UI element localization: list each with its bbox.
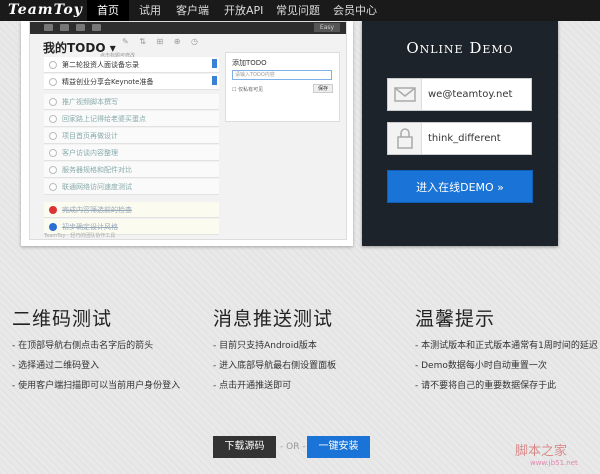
list-item: - Demo数据每小时自动重置一次: [415, 361, 547, 371]
qrcode-test-title: 二维码测试: [12, 308, 113, 330]
check-icon: [49, 166, 57, 174]
mini-toolbar: ✎ ⇅ ⊞ ⊕ ◷: [122, 37, 202, 46]
todo-item: 联通网络访问速度测试: [44, 179, 219, 195]
push-test-list: - 目前只支持Android版本 - 进入底部导航最右侧设置面板 - 点击开通推…: [213, 336, 336, 396]
mini-topbar: Easy: [30, 22, 346, 34]
demo-title: Online Demo: [406, 39, 514, 57]
enter-demo-button[interactable]: 进入在线DEMO »: [387, 170, 533, 203]
check-icon: [49, 183, 57, 191]
nav-item-open-api[interactable]: 开放API: [214, 0, 273, 21]
password-value: think_different: [428, 133, 501, 144]
bookmark-icon: [212, 76, 217, 85]
list-item: - 在顶部导航右侧点击名字后的箭头: [12, 341, 154, 351]
email-field[interactable]: we@teamtoy.net: [387, 78, 532, 111]
online-demo-panel: Online Demo we@teamtoy.net think_differe…: [362, 21, 558, 246]
list-item: - 使用客户端扫描即可以当前用户身份登入: [12, 381, 181, 391]
tips-title: 温馨提示: [415, 308, 496, 330]
list-item: - 选择通过二维码登入: [12, 361, 100, 371]
todo-item: 项目首页再做设计: [44, 128, 219, 144]
nav-item-client[interactable]: 客户端: [166, 0, 219, 21]
top-navigation: TeamToy 首页 试用 客户端 开放API 常见问题 会员中心: [0, 0, 600, 21]
add-todo-input: 请输入TODO内容: [232, 70, 332, 80]
screenshot-frame: Easy 我的TODO ▾ ✎ ⇅ ⊞ ⊕ ◷ 点击标题可修改 第二轮投资人面谈…: [29, 21, 347, 240]
or-separator: - OR -: [280, 442, 306, 452]
list-item: - 点击开通推送即可: [213, 381, 292, 391]
nav-item-member[interactable]: 会员中心: [323, 0, 387, 21]
mini-user-menu: Easy: [314, 23, 340, 32]
logo[interactable]: TeamToy: [8, 2, 83, 18]
bottom-actions: 下载源码 - OR - 一键安装: [0, 436, 600, 458]
todo-item: 推广视频脚本撰写: [44, 94, 219, 110]
check-icon: [49, 61, 57, 69]
mini-people-icon: [92, 24, 101, 31]
watermark-url: www.jb51.net: [530, 459, 578, 467]
bookmark-icon: [212, 59, 217, 68]
push-test-title: 消息推送测试: [213, 308, 334, 330]
nav-item-trial[interactable]: 试用: [129, 0, 171, 21]
todo-item: 客户访谈内容整理: [44, 145, 219, 161]
private-checkbox: ☐ 仅私有可见: [232, 87, 264, 93]
check-icon: [49, 206, 57, 214]
todo-item: 回家路上记得给老婆买蛋点: [44, 111, 219, 127]
tips-list: - 本测试版本和正式版本通常有1周时间的延迟 - Demo数据每小时自动重置一次…: [415, 336, 600, 396]
add-todo-panel: 添加TODO 请输入TODO内容 ☐ 仅私有可见 保存: [225, 52, 340, 122]
mini-todo-icon: [60, 24, 69, 31]
email-value: we@teamtoy.net: [428, 89, 513, 100]
mini-footer: TeamToy · 轻巧的团队协作工具: [44, 233, 116, 239]
check-icon: [49, 78, 57, 86]
list-item: - 目前只支持Android版本: [213, 341, 317, 351]
mini-chat-icon: [76, 24, 85, 31]
check-icon: [49, 98, 57, 106]
mini-home-icon: [44, 24, 53, 31]
add-todo-title: 添加TODO: [232, 59, 267, 67]
envelope-icon: [388, 79, 422, 110]
todo-item: 精益创业分享会Keynote准备: [44, 74, 219, 90]
list-item: - 请不要将自己的重要数据保存于此: [415, 381, 557, 391]
download-source-button[interactable]: 下载源码: [213, 436, 276, 458]
product-screenshot: Easy 我的TODO ▾ ✎ ⇅ ⊞ ⊕ ◷ 点击标题可修改 第二轮投资人面谈…: [21, 21, 353, 246]
lock-icon: [388, 123, 422, 154]
todo-item-done: 完成内容筛选前的检查: [44, 202, 219, 218]
watermark: 脚本之家: [515, 444, 568, 459]
check-icon: [49, 132, 57, 140]
todo-item: 服务器规格和配件对比: [44, 162, 219, 178]
nav-item-home[interactable]: 首页: [87, 0, 129, 21]
list-item: - 进入底部导航最右侧设置面板: [213, 361, 337, 371]
todo-item: 第二轮投资人面谈备忘录: [44, 57, 219, 73]
check-icon: [49, 223, 57, 231]
check-icon: [49, 149, 57, 157]
password-field[interactable]: think_different: [387, 122, 532, 155]
qrcode-test-list: - 在顶部导航右侧点击名字后的箭头 - 选择通过二维码登入 - 使用客户端扫描即…: [12, 336, 180, 396]
check-icon: [49, 115, 57, 123]
add-todo-save: 保存: [313, 84, 333, 93]
one-click-install-button[interactable]: 一键安装: [307, 436, 370, 458]
list-item: - 本测试版本和正式版本通常有1周时间的延迟: [415, 341, 598, 351]
nav-item-faq[interactable]: 常见问题: [266, 0, 330, 21]
